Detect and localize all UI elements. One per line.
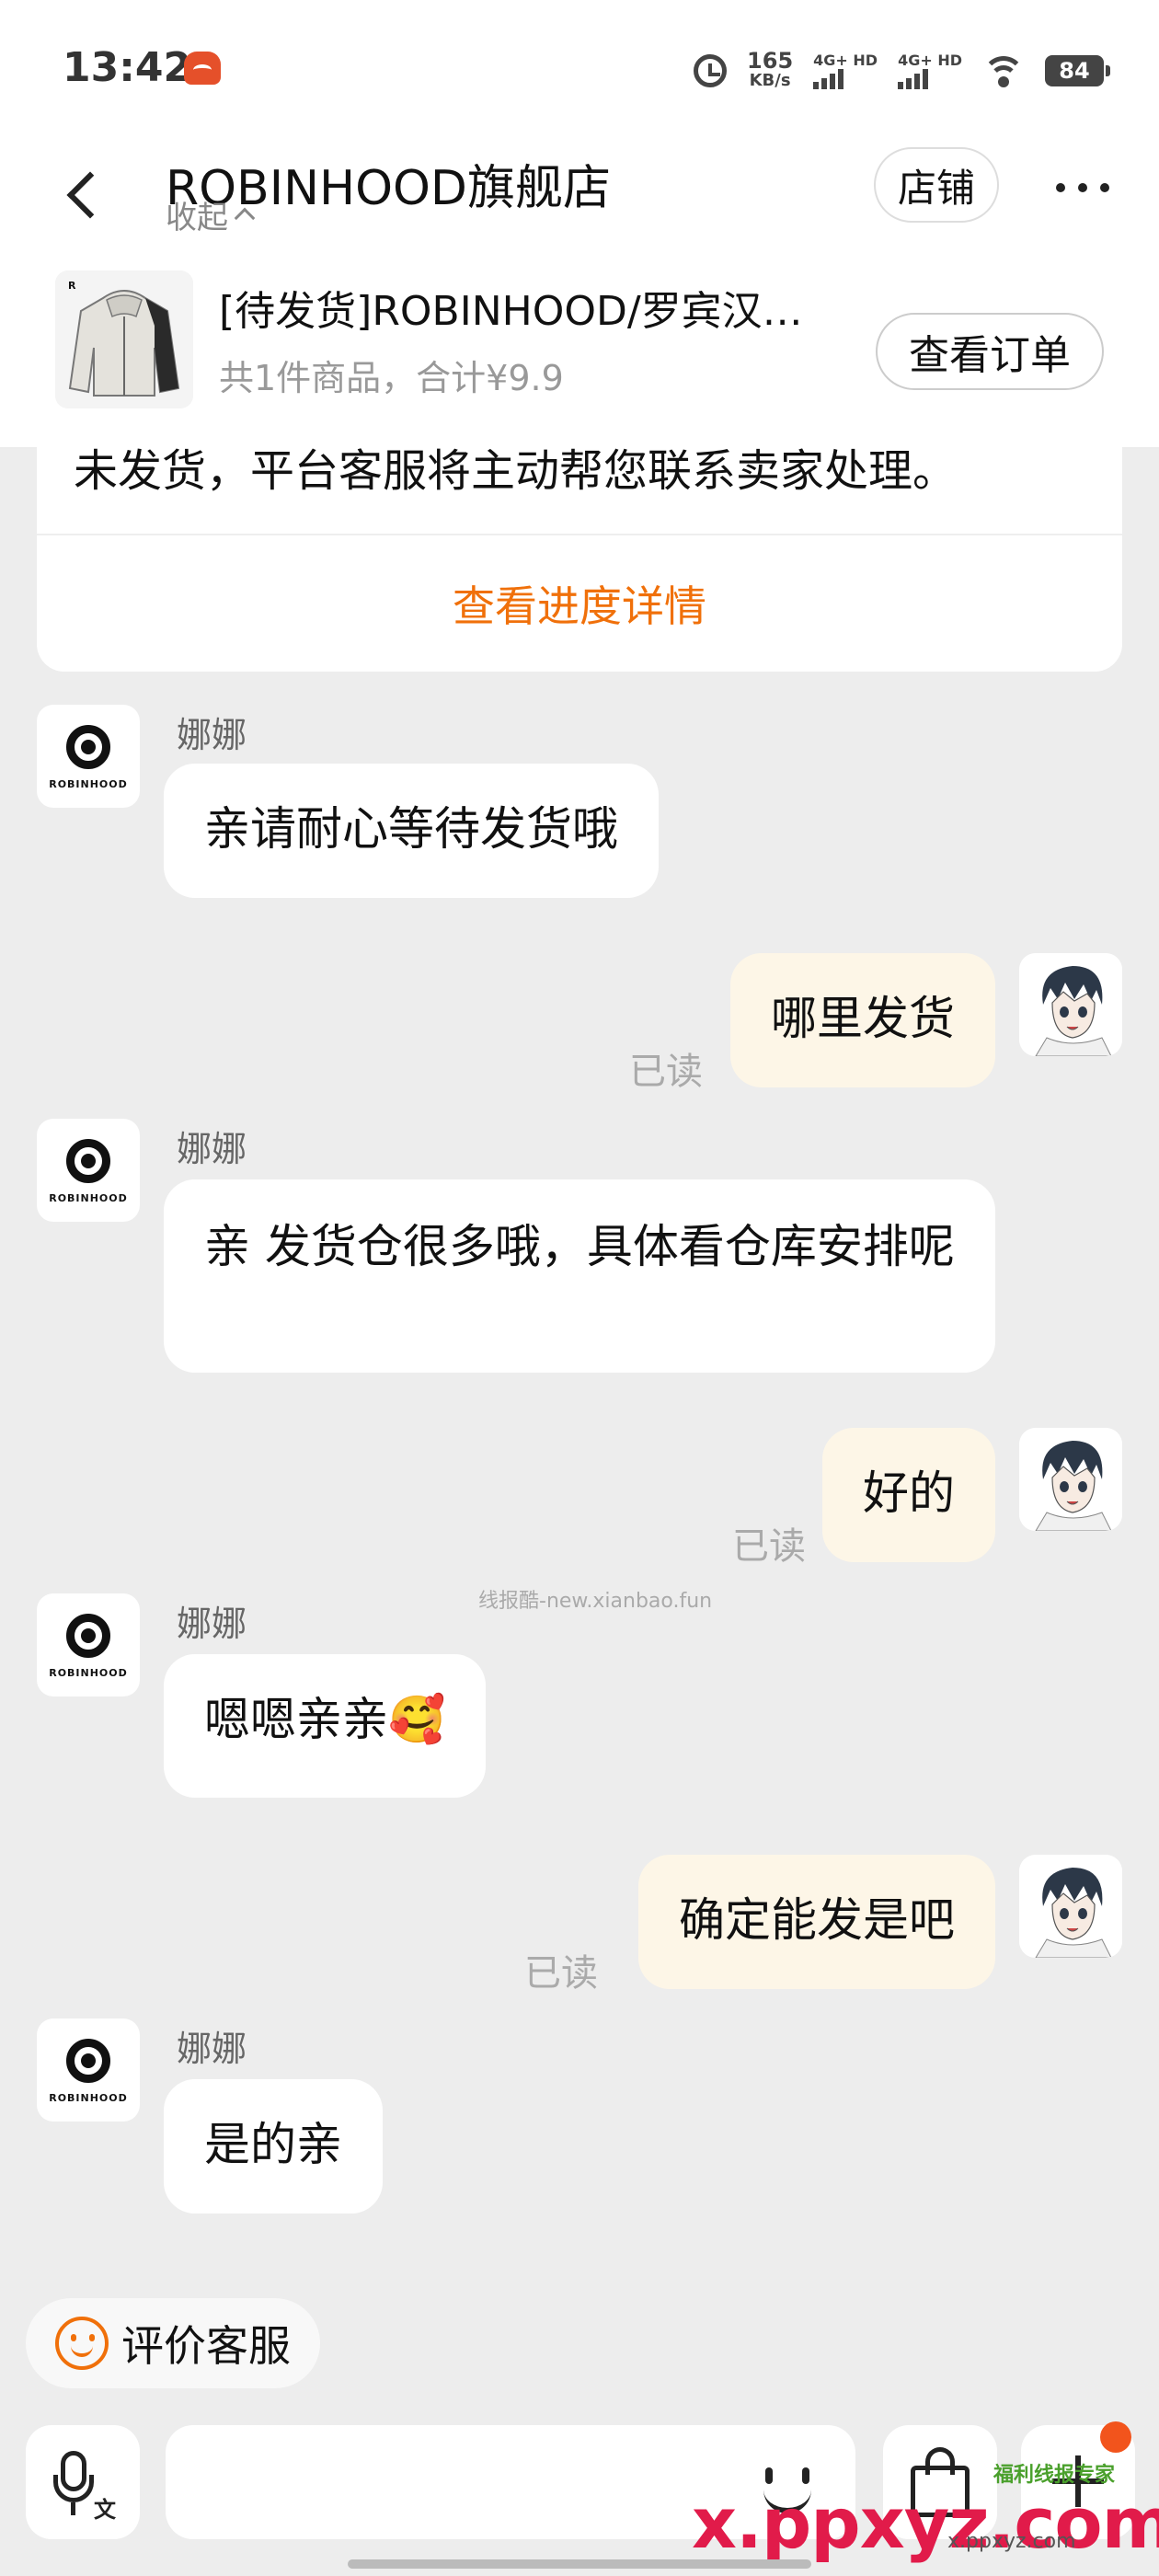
read-receipt: 已读 — [524, 1952, 598, 1995]
net-speed-value: 165 — [747, 48, 794, 74]
shop-avatar[interactable]: ROBINHOOD — [37, 2018, 140, 2122]
watermark-site: x.ppxyz.com — [692, 2482, 1159, 2564]
message-bubble-incoming[interactable]: 亲请耐心等待发货哦 — [164, 764, 659, 898]
user-avatar[interactable] — [1019, 1855, 1122, 1958]
shop-avatar[interactable]: ROBINHOOD — [37, 1119, 140, 1222]
back-icon[interactable] — [57, 156, 112, 230]
sender-name: 娜娜 — [177, 715, 247, 755]
status-bar: 13:42 165 KB/s 4G+ HD 4G+ HD 84 — [0, 0, 1159, 138]
collapse-label: 收起 — [166, 199, 228, 236]
alarm-icon — [694, 54, 728, 87]
svg-text:R: R — [68, 280, 76, 292]
message-bubble-outgoing[interactable]: 哪里发货 — [730, 953, 995, 1087]
target-logo-icon — [66, 1614, 110, 1658]
sim2-signal-icon: 4G+ HD — [898, 52, 962, 89]
read-receipt: 已读 — [629, 1051, 703, 1093]
chat-header: ROBINHOOD旗舰店 收起 店铺 — [0, 138, 1159, 258]
collapse-toggle[interactable]: 收起 — [166, 191, 256, 237]
product-thumbnail[interactable]: R — [55, 270, 193, 408]
home-indicator[interactable] — [348, 2559, 811, 2569]
message-bubble-incoming[interactable]: 嗯嗯亲亲🥰 — [164, 1654, 487, 1798]
notice-text: 未发货，平台客服将主动帮您联系卖家处理。 — [74, 445, 958, 497]
notice-card: 未发货，平台客服将主动帮您联系卖家处理。 查看进度详情 — [37, 434, 1122, 672]
watermark-text: 线报酷-new.xianbao.fun — [478, 1590, 713, 1613]
battery-icon: 84 — [1045, 55, 1110, 86]
view-order-button[interactable]: 查看订单 — [876, 313, 1104, 390]
order-card[interactable]: R [待发货]ROBINHOOD/罗宾汉… 共1件商品，合计¥9.9 查看订单 — [0, 258, 1159, 449]
chevron-up-icon — [234, 207, 256, 229]
app-notification-icon — [184, 52, 221, 85]
target-logo-icon — [66, 2039, 110, 2083]
voice-to-text-label: 文 — [94, 2497, 116, 2523]
read-receipt: 已读 — [732, 1525, 806, 1568]
more-icon[interactable] — [1056, 169, 1130, 206]
net-speed-unit: KB/s — [749, 71, 791, 90]
status-time: 13:42 — [63, 44, 192, 91]
sim1-signal-icon: 4G+ HD — [813, 52, 878, 89]
sender-name: 娜娜 — [177, 1604, 247, 1644]
rate-service-label: 评价客服 — [121, 2321, 291, 2371]
shop-avatar[interactable]: ROBINHOOD — [37, 705, 140, 808]
user-avatar[interactable] — [1019, 1428, 1122, 1531]
sender-name: 娜娜 — [177, 1129, 247, 1169]
target-logo-icon — [66, 1139, 110, 1183]
avatar-brand-text: ROBINHOOD — [49, 778, 128, 790]
sim1-label: 4G+ HD — [813, 52, 878, 69]
notification-dot — [1100, 2421, 1131, 2453]
status-indicators: 165 KB/s 4G+ HD 4G+ HD 84 — [694, 48, 1110, 94]
avatar-brand-text: ROBINHOOD — [49, 1192, 128, 1204]
smile-icon — [55, 2317, 109, 2370]
rate-service-button[interactable]: 评价客服 — [26, 2298, 320, 2388]
shop-avatar[interactable]: ROBINHOOD — [37, 1593, 140, 1696]
message-bubble-incoming[interactable]: 是的亲 — [164, 2079, 383, 2214]
watermark-site-small: x.ppxyz.com — [947, 2530, 1076, 2553]
voice-input-button[interactable]: 文 — [26, 2425, 140, 2539]
target-logo-icon — [66, 725, 110, 769]
avatar-brand-text: ROBINHOOD — [49, 2092, 128, 2104]
order-summary: 共1件商品，合计¥9.9 — [219, 358, 564, 398]
order-title[interactable]: [待发货]ROBINHOOD/罗宾汉… — [219, 278, 835, 337]
sim2-label: 4G+ HD — [898, 52, 962, 69]
avatar-brand-text: ROBINHOOD — [49, 1667, 128, 1679]
message-bubble-outgoing[interactable]: 确定能发是吧 — [638, 1855, 995, 1989]
view-progress-link[interactable]: 查看进度详情 — [37, 535, 1122, 672]
user-avatar[interactable] — [1019, 953, 1122, 1056]
wifi-icon — [982, 54, 1025, 87]
store-button[interactable]: 店铺 — [874, 147, 999, 223]
net-speed: 165 KB/s — [747, 48, 794, 91]
message-bubble-incoming[interactable]: 亲 发货仓很多哦，具体看仓库安排呢 — [164, 1179, 995, 1373]
sender-name: 娜娜 — [177, 2029, 247, 2069]
message-bubble-outgoing[interactable]: 好的 — [822, 1428, 995, 1562]
